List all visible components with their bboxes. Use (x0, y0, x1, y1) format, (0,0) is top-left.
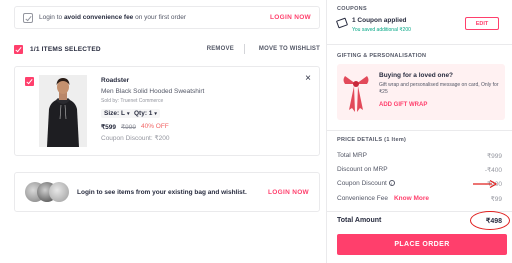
coupon-applied-title: 1 Coupon applied (352, 17, 407, 24)
gift-wrap-description: Gift wrap and personalised message on ca… (379, 82, 499, 95)
discount-percent: 40% OFF (140, 123, 169, 130)
chevron-down-icon: ▾ (154, 111, 157, 117)
wishlist-login-banner: Login to see items from your existing ba… (14, 172, 320, 212)
price-row-convenience-fee: Convenience Fee Know More ₹99 (337, 195, 502, 203)
remove-button[interactable]: REMOVE (207, 46, 234, 52)
discount-icon (23, 12, 33, 23)
move-to-wishlist-button[interactable]: MOVE TO WISHLIST (259, 46, 320, 52)
selling-price: ₹599 (101, 124, 116, 131)
item-price: ₹599 ₹999 40% OFF (101, 123, 169, 131)
price-row-discount-mrp: Discount on MRP -₹400 (337, 166, 502, 174)
mrp-price: ₹999 (120, 124, 136, 131)
price-details-label: PRICE DETAILS (1 Item) (337, 137, 407, 143)
divider (243, 44, 245, 54)
edit-coupon-button[interactable]: EDIT (465, 17, 499, 30)
annotation-arrow-icon (473, 179, 497, 189)
item-brand[interactable]: Roadster (101, 77, 129, 84)
gift-ribbon-icon (343, 76, 369, 112)
remove-item-close-icon[interactable]: × (305, 74, 311, 84)
annotation-circle (470, 211, 510, 230)
quantity-selector[interactable]: Qty: 1 ▾ (131, 109, 160, 118)
wishlist-login-text: Login to see items from your existing ba… (77, 188, 247, 196)
gifting-section-label: GIFTING & PERSONALISATION (337, 53, 427, 59)
coupon-tag-icon (335, 17, 349, 29)
coupons-section-label: COUPONS (337, 6, 367, 12)
chevron-down-icon: ▾ (126, 111, 130, 117)
know-more-link[interactable]: Know More (394, 195, 429, 202)
gift-wrap-title: Buying for a loved one? (379, 72, 454, 79)
select-all-checkbox[interactable] (14, 44, 23, 54)
convenience-fee-banner: Login to avoid convenience fee on your f… (14, 6, 320, 29)
item-checkbox[interactable] (25, 77, 34, 86)
item-name[interactable]: Men Black Solid Hooded Sweatshirt (101, 88, 204, 95)
info-icon[interactable]: i (388, 180, 395, 187)
selection-bar: 1/1 ITEMS SELECTED REMOVE MOVE TO WISHLI… (14, 42, 320, 56)
wishlist-login-now-link[interactable]: LOGIN NOW (268, 189, 309, 196)
product-image[interactable] (39, 75, 87, 147)
price-row-total-mrp: Total MRP ₹999 (337, 152, 502, 160)
coupon-savings-text: You saved additional ₹200 (352, 27, 411, 33)
gift-wrap-card: Buying for a loved one? Gift wrap and pe… (337, 64, 505, 120)
divider (327, 44, 512, 45)
place-order-button[interactable]: PLACE ORDER (337, 234, 507, 255)
total-amount-label: Total Amount (337, 217, 382, 224)
items-selected-count: 1/1 ITEMS SELECTED (30, 45, 101, 53)
cart-item-card: × Roadster Men Black Solid Hooded Sweats… (14, 66, 320, 156)
add-gift-wrap-link[interactable]: ADD GIFT WRAP (379, 102, 427, 108)
divider (327, 130, 512, 131)
item-coupon-discount: Coupon Discount: ₹200 (101, 135, 170, 142)
order-summary-column: COUPONS 1 Coupon applied You saved addit… (327, 0, 512, 263)
size-selector[interactable]: Size: L ▾ (101, 109, 133, 118)
convenience-fee-text: Login to avoid convenience fee on your f… (39, 14, 187, 21)
item-seller: Sold by: Truenet Commerce (101, 98, 164, 104)
thumbnail (49, 182, 69, 202)
cart-left-column: Login to avoid convenience fee on your f… (0, 0, 326, 263)
login-now-link[interactable]: LOGIN NOW (270, 14, 311, 21)
wishlist-thumbnails (25, 180, 69, 204)
